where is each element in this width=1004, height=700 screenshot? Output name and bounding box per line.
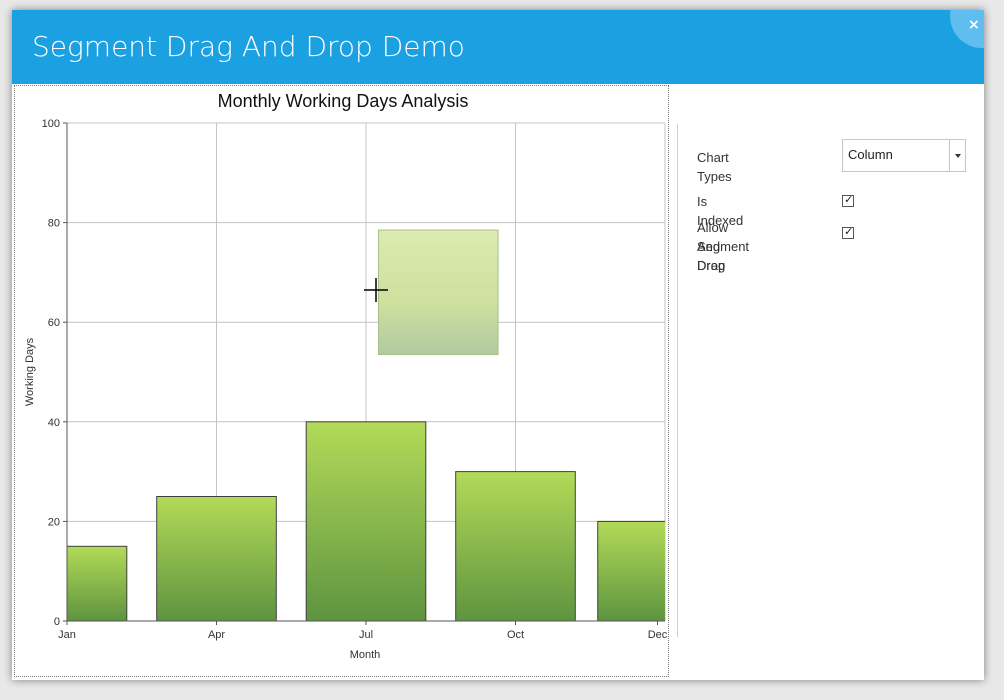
bar-dec[interactable] — [597, 520, 670, 621]
chart-type-select[interactable]: Column — [842, 139, 966, 172]
chart-title: Monthly Working Days Analysis — [218, 91, 469, 111]
y-tick-label: 60 — [48, 317, 60, 329]
x-tick-label: Dec — [648, 629, 668, 641]
x-tick-label: Apr — [208, 629, 225, 641]
y-axis-title: Working Days — [24, 337, 36, 406]
y-tick-label: 20 — [48, 516, 60, 528]
chart-panel[interactable]: Monthly Working Days Analysis 0 20 40 60 80 1… — [14, 85, 669, 677]
bar-oct[interactable] — [455, 471, 576, 621]
chart-types-label: Chart Types — [697, 150, 732, 184]
x-tick-label: Oct — [507, 629, 524, 641]
allow-drag-checkbox[interactable]: ✓ — [842, 225, 854, 239]
is-indexed-checkbox[interactable]: ✓ — [842, 193, 854, 207]
bar-jul[interactable] — [305, 421, 427, 621]
bar-apr[interactable] — [156, 496, 277, 622]
bar-jan[interactable] — [15, 545, 128, 621]
drag-preview-segment[interactable] — [377, 229, 499, 356]
panel-divider — [677, 124, 678, 637]
allow-drag-label-line2: And Drop — [697, 239, 726, 273]
chart[interactable]: Monthly Working Days Analysis 0 20 40 60 80 1… — [15, 86, 670, 678]
select-divider — [949, 140, 950, 171]
close-icon: × — [968, 17, 980, 33]
checkmark-icon: ✓ — [844, 193, 854, 206]
chevron-down-icon — [955, 154, 961, 158]
window-title: Segment Drag And Drop Demo — [32, 30, 465, 63]
y-tick-label: 80 — [48, 218, 60, 230]
y-tick-label: 0 — [54, 616, 60, 628]
title-bar: Segment Drag And Drop Demo — [12, 10, 984, 84]
x-tick-label: Jan — [58, 629, 76, 641]
x-axis-title: Month — [350, 649, 381, 661]
chart-type-value: Column — [848, 147, 893, 162]
demo-window: Segment Drag And Drop Demo × Monthly Wor… — [12, 10, 984, 680]
y-tick-label: 40 — [48, 417, 60, 429]
x-tick-label: Jul — [359, 629, 373, 641]
y-tick-label: 100 — [42, 118, 60, 130]
bar-series[interactable] — [15, 229, 670, 622]
checkmark-icon: ✓ — [844, 225, 854, 238]
